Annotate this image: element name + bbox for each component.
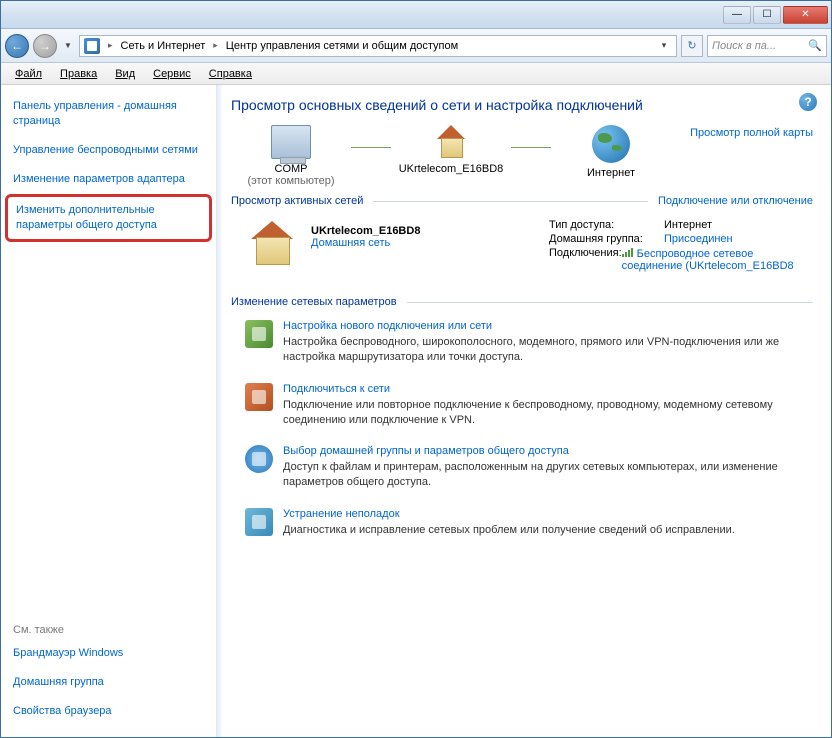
section-change-label: Изменение сетевых параметров — [231, 296, 397, 308]
search-placeholder: Поиск в па... — [712, 40, 776, 52]
maximize-button[interactable]: ☐ — [753, 6, 781, 24]
sidebar-control-panel-home[interactable]: Панель управления - домашняя страница — [13, 99, 204, 129]
section-active-networks: Просмотр активных сетей Подключение или … — [231, 195, 813, 207]
window: — ☐ ✕ ← → ▼ ▸ Сеть и Интернет ▸ Центр уп… — [0, 0, 832, 738]
menubar: Файл Правка Вид Сервис Справка — [1, 63, 831, 85]
homegroup-icon — [245, 445, 273, 473]
refresh-icon: ↻ — [687, 39, 696, 52]
task-homegroup-desc: Доступ к файлам и принтерам, расположенн… — [283, 460, 813, 490]
breadcrumb-level1[interactable]: Сеть и Интернет — [121, 40, 206, 52]
breadcrumb-level2[interactable]: Центр управления сетями и общим доступом — [226, 40, 458, 52]
map-node-router-label: UKrtelecom_E16BD8 — [391, 163, 511, 175]
nav-history-dropdown[interactable]: ▼ — [61, 34, 75, 58]
network-name: UKrtelecom_E16BD8 — [311, 225, 420, 237]
task-new-connection-desc: Настройка беспроводного, широкополосного… — [283, 335, 813, 365]
map-node-computer-sublabel: (этот компьютер) — [231, 175, 351, 187]
body: Панель управления - домашняя страница Уп… — [1, 85, 831, 737]
navbar: ← → ▼ ▸ Сеть и Интернет ▸ Центр управлен… — [1, 29, 831, 63]
signal-icon — [622, 247, 634, 257]
prop-homegroup-value[interactable]: Присоединен — [664, 233, 733, 245]
network-properties: Тип доступа: Интернет Домашняя группа: П… — [549, 219, 813, 274]
map-node-computer[interactable]: COMP (этот компьютер) — [231, 125, 351, 187]
connect-disconnect-link[interactable]: Подключение или отключение — [658, 195, 813, 207]
minimize-button[interactable]: — — [723, 6, 751, 24]
prop-access-label: Тип доступа: — [549, 219, 664, 231]
map-node-computer-label: COMP — [231, 163, 351, 175]
menu-edit[interactable]: Правка — [52, 66, 105, 82]
sidebar-homegroup[interactable]: Домашняя группа — [13, 675, 204, 690]
menu-tools[interactable]: Сервис — [145, 66, 199, 82]
menu-file[interactable]: Файл — [7, 66, 50, 82]
view-full-map-link[interactable]: Просмотр полной карты — [690, 127, 813, 139]
network-identity: UKrtelecom_E16BD8 Домашняя сеть — [245, 219, 545, 274]
task-troubleshoot-link[interactable]: Устранение неполадок — [283, 508, 735, 520]
task-connect-network-link[interactable]: Подключиться к сети — [283, 383, 813, 395]
control-panel-icon — [84, 38, 100, 54]
search-input[interactable]: Поиск в па... 🔍 — [707, 35, 827, 57]
section-active-label: Просмотр активных сетей — [231, 195, 363, 207]
house-icon — [247, 221, 297, 265]
breadcrumb-sep-icon: ▸ — [108, 40, 113, 51]
computer-icon — [271, 125, 311, 159]
refresh-button[interactable]: ↻ — [681, 35, 703, 57]
page-title: Просмотр основных сведений о сети и наст… — [231, 97, 813, 113]
sidebar-firewall[interactable]: Брандмауэр Windows — [13, 646, 204, 661]
close-button[interactable]: ✕ — [783, 6, 828, 24]
task-homegroup-sharing: Выбор домашней группы и параметров общег… — [231, 439, 813, 502]
map-node-internet[interactable]: Интернет — [551, 125, 671, 179]
prop-access-value: Интернет — [664, 219, 712, 231]
menu-view[interactable]: Вид — [107, 66, 143, 82]
connect-network-icon — [245, 383, 273, 411]
sidebar-adapter-settings[interactable]: Изменение параметров адаптера — [13, 172, 204, 187]
prop-connections-value[interactable]: Беспроводное сетевое соединение (UKrtele… — [622, 247, 813, 272]
sidebar-browser-options[interactable]: Свойства браузера — [13, 704, 204, 719]
search-icon: 🔍 — [808, 39, 822, 52]
sidebar-advanced-sharing[interactable]: Изменить дополнительные параметры общего… — [5, 194, 212, 242]
task-connect-network-desc: Подключение или повторное подключение к … — [283, 398, 813, 428]
prop-homegroup-label: Домашняя группа: — [549, 233, 664, 245]
task-troubleshoot-desc: Диагностика и исправление сетевых пробле… — [283, 523, 735, 538]
task-connect-network: Подключиться к сети Подключение или повт… — [231, 377, 813, 440]
active-network-panel: UKrtelecom_E16BD8 Домашняя сеть Тип дост… — [231, 213, 813, 288]
content-fade — [217, 85, 223, 737]
map-node-internet-label: Интернет — [551, 167, 671, 179]
section-rule — [407, 302, 813, 303]
see-also-section: См. также Брандмауэр Windows Домашняя гр… — [13, 612, 204, 723]
task-troubleshoot: Устранение неполадок Диагностика и испра… — [231, 502, 813, 550]
map-connector — [511, 135, 551, 159]
globe-icon — [592, 125, 630, 163]
see-also-label: См. также — [13, 624, 204, 636]
breadcrumb-sep-icon: ▸ — [213, 40, 218, 51]
map-connector — [351, 135, 391, 159]
sidebar: Панель управления - домашняя страница Уп… — [1, 85, 216, 737]
task-homegroup-link[interactable]: Выбор домашней группы и параметров общег… — [283, 445, 813, 457]
help-icon[interactable]: ? — [799, 93, 817, 111]
task-new-connection: Настройка нового подключения или сети На… — [231, 314, 813, 377]
task-new-connection-link[interactable]: Настройка нового подключения или сети — [283, 320, 813, 332]
menu-help[interactable]: Справка — [201, 66, 260, 82]
address-bar[interactable]: ▸ Сеть и Интернет ▸ Центр управления сет… — [79, 35, 677, 57]
network-type-link[interactable]: Домашняя сеть — [311, 237, 420, 249]
back-button[interactable]: ← — [5, 34, 29, 58]
content: ? Просмотр основных сведений о сети и на… — [216, 85, 831, 737]
section-rule — [373, 201, 648, 202]
map-node-router[interactable]: UKrtelecom_E16BD8 — [391, 125, 511, 175]
house-icon — [431, 125, 471, 159]
sidebar-manage-wireless[interactable]: Управление беспроводными сетями — [13, 143, 204, 158]
network-map: COMP (этот компьютер) UKrtelecom_E16BD8 … — [231, 125, 813, 187]
titlebar: — ☐ ✕ — [1, 1, 831, 29]
prop-connections-label: Подключения: — [549, 247, 622, 272]
address-dropdown-icon[interactable]: ▾ — [656, 40, 672, 51]
section-change-settings: Изменение сетевых параметров — [231, 296, 813, 308]
new-connection-icon — [245, 320, 273, 348]
forward-button[interactable]: → — [33, 34, 57, 58]
troubleshoot-icon — [245, 508, 273, 536]
